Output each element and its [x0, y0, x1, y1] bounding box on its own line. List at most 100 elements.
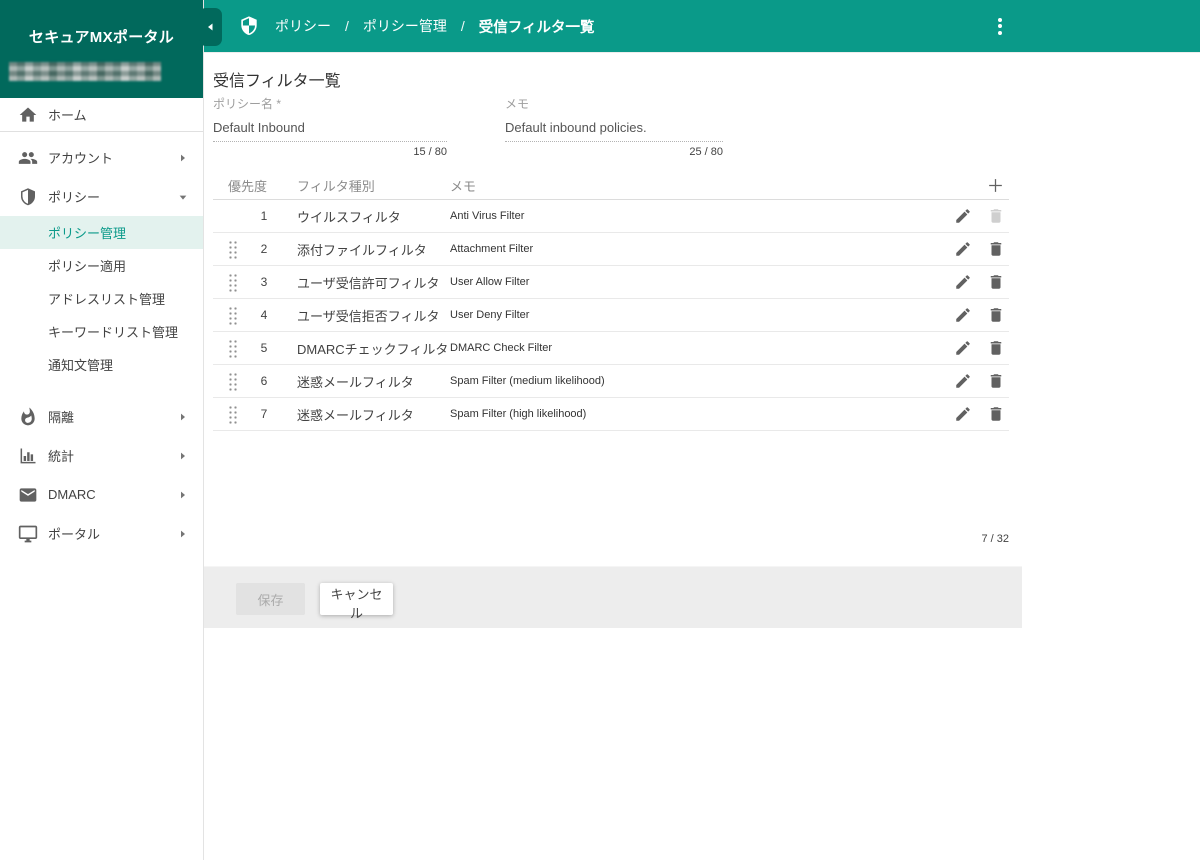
- policy-name-input[interactable]: Default Inbound: [213, 112, 447, 142]
- edit-button[interactable]: [954, 207, 972, 225]
- memo-label: メモ: [505, 97, 530, 111]
- table-row: 1 ウイルスフィルタ Anti Virus Filter: [213, 200, 1009, 233]
- edit-button[interactable]: [954, 339, 972, 357]
- main-content: 受信フィルタ一覧 ポリシー名 * Default Inbound 15 / 80…: [204, 52, 1022, 860]
- filter-table: 優先度 フィルタ種別 メモ 1 ウイルスフィルタ Anti Virus Filt…: [213, 172, 1009, 431]
- row-priority: 1: [260, 209, 268, 223]
- home-icon: [17, 105, 38, 125]
- drag-handle-icon[interactable]: [228, 239, 250, 259]
- sidebar-subitem-label: ポリシー管理: [48, 226, 127, 241]
- row-count: 7 / 32: [981, 533, 1009, 545]
- sidebar-item-label: 隔離: [48, 410, 75, 425]
- drag-handle-icon[interactable]: [228, 371, 250, 391]
- chevron-down-icon: [175, 189, 191, 205]
- memo-input[interactable]: Default inbound policies.: [505, 112, 723, 142]
- app-window: セキュアMXポータル ホーム アカウント ポリシー ポリシー管理 ポリシー適用 …: [0, 0, 1200, 860]
- sidebar-item-policy[interactable]: ポリシー: [0, 177, 203, 216]
- shield-icon: [238, 15, 260, 37]
- sidebar-subitem-label: ポリシー適用: [48, 259, 127, 274]
- sidebar-subitem-address-list[interactable]: アドレスリスト管理: [0, 282, 203, 315]
- delete-button[interactable]: [987, 405, 1005, 423]
- people-icon: [17, 148, 38, 168]
- drag-handle-icon[interactable]: [228, 305, 250, 325]
- delete-button[interactable]: [987, 273, 1005, 291]
- sidebar-item-quarantine[interactable]: 隔離: [0, 397, 203, 436]
- breadcrumb-policy-management[interactable]: ポリシー管理: [363, 16, 447, 36]
- sidebar-item-statistics[interactable]: 統計: [0, 436, 203, 475]
- trash-icon: [990, 242, 1002, 256]
- drag-handle-icon[interactable]: [228, 338, 250, 358]
- sidebar-item-dmarc[interactable]: DMARC: [0, 475, 203, 514]
- edit-button[interactable]: [954, 405, 972, 423]
- table-row: 2 添付ファイルフィルタ Attachment Filter: [213, 233, 1009, 266]
- row-filter-type: ウイルスフィルタ: [297, 209, 401, 225]
- sidebar-item-account[interactable]: アカウント: [0, 138, 203, 177]
- action-footer: 保存 キャンセル: [204, 566, 1022, 628]
- chevron-right-icon: [175, 448, 191, 464]
- edit-button[interactable]: [954, 306, 972, 324]
- row-priority: 3: [260, 275, 268, 289]
- drag-handle-icon[interactable]: [228, 404, 250, 424]
- sidebar-collapse-button[interactable]: [199, 8, 222, 46]
- plus-icon: [989, 179, 1002, 192]
- chevron-right-icon: [175, 150, 191, 166]
- row-filter-type: 迷惑メールフィルタ: [297, 407, 414, 423]
- edit-button[interactable]: [954, 240, 972, 258]
- row-filter-type: 添付ファイルフィルタ: [297, 242, 427, 258]
- top-app-bar: ポリシー / ポリシー管理 / 受信フィルタ一覧: [199, 0, 1200, 52]
- memo-field: メモ Default inbound policies. 25 / 80: [505, 95, 723, 158]
- delete-button[interactable]: [987, 240, 1005, 258]
- breadcrumb-separator: /: [345, 18, 349, 34]
- flame-icon: [17, 407, 38, 427]
- row-filter-type: ユーザ受信拒否フィルタ: [297, 308, 440, 324]
- table-row: 5 DMARCチェックフィルタ DMARC Check Filter: [213, 332, 1009, 365]
- sidebar-header: セキュアMXポータル: [0, 0, 203, 98]
- sidebar-subitem-policy-apply[interactable]: ポリシー適用: [0, 249, 203, 282]
- shield-icon: [17, 187, 38, 207]
- trash-icon: [990, 209, 1002, 223]
- sidebar-subitem-policy-management[interactable]: ポリシー管理: [0, 216, 203, 249]
- sidebar-item-home[interactable]: ホーム: [0, 98, 203, 131]
- trash-icon: [990, 374, 1002, 388]
- edit-button[interactable]: [954, 273, 972, 291]
- sidebar-subitem-label: 通知文管理: [48, 358, 114, 373]
- row-filter-type: 迷惑メールフィルタ: [297, 374, 414, 390]
- cancel-button[interactable]: キャンセル: [320, 583, 393, 621]
- save-button: 保存: [236, 583, 305, 615]
- table-row: 4 ユーザ受信拒否フィルタ User Deny Filter: [213, 299, 1009, 332]
- delete-button[interactable]: [987, 372, 1005, 390]
- policy-name-counter: 15 / 80: [413, 146, 447, 158]
- delete-button[interactable]: [987, 306, 1005, 324]
- breadcrumb-policy[interactable]: ポリシー: [275, 16, 331, 36]
- pencil-icon: [956, 242, 970, 256]
- add-filter-button[interactable]: [986, 176, 1005, 195]
- row-filter-type: ユーザ受信許可フィルタ: [297, 275, 440, 291]
- bar-chart-icon: [17, 446, 38, 466]
- pencil-icon: [956, 209, 970, 223]
- sidebar-subitem-keyword-list[interactable]: キーワードリスト管理: [0, 315, 203, 348]
- table-row: 6 迷惑メールフィルタ Spam Filter (medium likeliho…: [213, 365, 1009, 398]
- pencil-icon: [956, 341, 970, 355]
- mail-icon: [17, 485, 38, 505]
- divider: [0, 131, 203, 132]
- row-priority: 2: [260, 242, 268, 256]
- kebab-menu-icon[interactable]: [987, 13, 1013, 39]
- row-memo: DMARC Check Filter: [450, 342, 553, 354]
- sidebar-item-portal[interactable]: ポータル: [0, 514, 203, 553]
- row-memo: Anti Virus Filter: [450, 210, 525, 222]
- arrow-left-icon: [207, 23, 212, 31]
- trash-icon: [990, 341, 1002, 355]
- drag-handle-icon[interactable]: [228, 272, 250, 292]
- account-id-redacted: [9, 62, 161, 81]
- row-memo: Spam Filter (high likelihood): [450, 408, 587, 420]
- monitor-icon: [17, 524, 38, 544]
- delete-button[interactable]: [987, 339, 1005, 357]
- sidebar-subitem-notification[interactable]: 通知文管理: [0, 348, 203, 381]
- edit-button[interactable]: [954, 372, 972, 390]
- sidebar-item-label: 統計: [48, 449, 75, 464]
- row-priority: 4: [260, 308, 268, 322]
- policy-name-label: ポリシー名 *: [213, 97, 282, 111]
- sidebar: セキュアMXポータル ホーム アカウント ポリシー ポリシー管理 ポリシー適用 …: [0, 0, 204, 860]
- app-title: セキュアMXポータル: [28, 29, 175, 46]
